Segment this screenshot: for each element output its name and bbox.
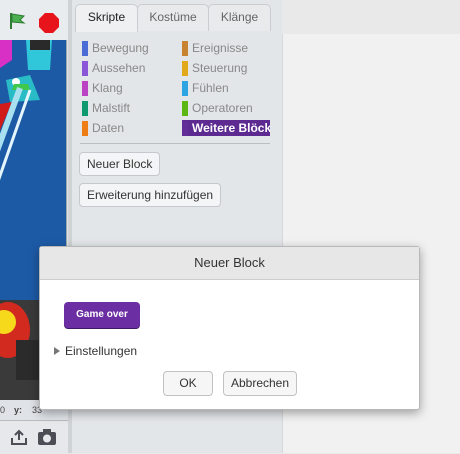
camera-icon[interactable]: [37, 428, 57, 446]
category-label: Bewegung: [92, 41, 149, 55]
ok-button[interactable]: OK: [163, 371, 213, 396]
options-toggle[interactable]: Einstellungen: [54, 344, 137, 358]
new-block-button[interactable]: Neuer Block: [79, 152, 161, 176]
category-color-swatch: [82, 121, 88, 136]
category-label: Steuerung: [192, 61, 248, 75]
green-flag-icon[interactable]: [8, 12, 26, 30]
category-fuehlen[interactable]: Fühlen: [182, 80, 229, 96]
category-label: Aussehen: [92, 61, 146, 75]
stage-toolbar: [0, 0, 68, 40]
category-label: Daten: [92, 121, 125, 135]
stop-icon[interactable]: [38, 12, 60, 34]
category-color-swatch: [82, 81, 88, 96]
triangle-right-icon: [54, 347, 60, 355]
category-label: Fühlen: [192, 81, 229, 95]
category-bewegung[interactable]: Bewegung: [82, 40, 149, 56]
dialog-title: Neuer Block: [40, 247, 419, 280]
sprite-toolbar: [0, 420, 68, 454]
tab-klaenge[interactable]: Klänge: [208, 4, 271, 31]
category-weitere-bloecke[interactable]: Weitere Blöcke: [182, 120, 270, 136]
category-label: Operatoren: [192, 101, 253, 115]
category-color-swatch: [182, 121, 188, 136]
options-label: Einstellungen: [65, 344, 138, 358]
palette-divider: [80, 143, 270, 144]
category-color-swatch: [82, 41, 88, 56]
category-label: Klang: [92, 81, 123, 95]
category-color-swatch: [82, 61, 88, 76]
category-operatoren[interactable]: Operatoren: [182, 100, 253, 116]
custom-block-preview[interactable]: Game over: [64, 302, 140, 328]
category-color-swatch: [82, 101, 88, 116]
category-label: Weitere Blöcke: [192, 121, 270, 135]
upload-sprite-icon[interactable]: [10, 428, 28, 446]
category-klang[interactable]: Klang: [82, 80, 123, 96]
category-label: Malstift: [92, 101, 131, 115]
cancel-button[interactable]: Abbrechen: [223, 371, 297, 396]
category-label: Ereignisse: [192, 41, 249, 55]
category-aussehen[interactable]: Aussehen: [82, 60, 145, 76]
y-coordinate-label: y:: [14, 405, 23, 415]
category-color-swatch: [182, 41, 188, 56]
new-block-dialog: Neuer Block Game over Einstellungen OK A…: [39, 246, 420, 410]
category-color-swatch: [182, 101, 188, 116]
add-extension-button[interactable]: Erweiterung hinzufügen: [79, 183, 222, 207]
x-coordinate-value: 0: [0, 405, 6, 415]
tab-kostueme[interactable]: Kostüme: [137, 4, 209, 31]
category-color-swatch: [182, 81, 188, 96]
category-daten[interactable]: Daten: [82, 120, 124, 136]
category-malstift[interactable]: Malstift: [82, 100, 130, 116]
tab-skripte[interactable]: Skripte: [75, 4, 138, 32]
category-ereignisse[interactable]: Ereignisse: [182, 40, 248, 56]
category-steuerung[interactable]: Steuerung: [182, 60, 247, 76]
category-color-swatch: [182, 61, 188, 76]
